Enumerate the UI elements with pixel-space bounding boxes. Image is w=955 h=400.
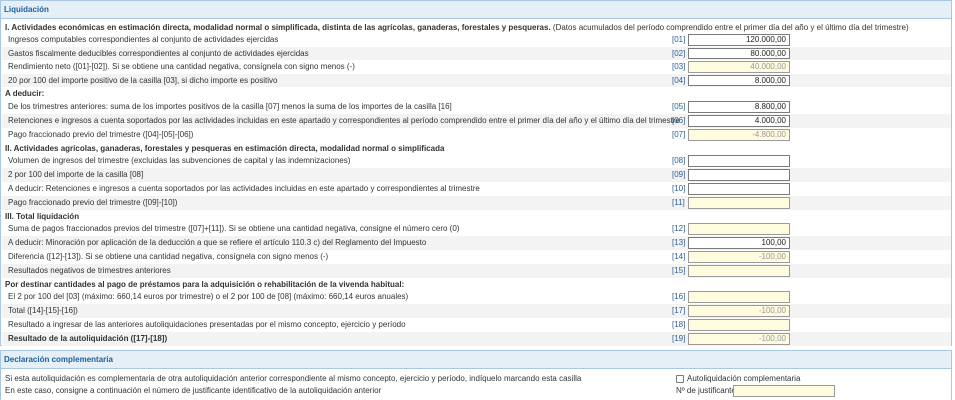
casilla-08-input[interactable] (688, 155, 790, 167)
casilla-09-input[interactable] (688, 169, 790, 181)
liquidacion-panel: Liquidación I. Actividades económicas en… (0, 0, 952, 346)
casilla-03-output: 40.000,00 (688, 61, 790, 73)
section-title: III. Total liquidación (5, 212, 80, 221)
row-casilla-08: Volumen de ingresos del trimestre (exclu… (2, 154, 951, 168)
casilla-18-label: Resultado a ingresar de las anteriores a… (8, 320, 406, 329)
casilla-12-label: Suma de pagos fraccionados previos del t… (8, 224, 460, 233)
casilla-19-output: -100,00 (688, 333, 790, 345)
row-casilla-11: Pago fraccionado previo del trimestre ([… (2, 196, 951, 210)
liquidacion-header: Liquidación (1, 1, 951, 19)
row-casilla-17: Total ([14]-[15]-[16]) [17] -100,00 (2, 304, 951, 318)
casilla-06-code: [06] (672, 116, 686, 125)
justificante-input[interactable] (733, 385, 835, 397)
casilla-07-code: [07] (672, 130, 686, 139)
row-casilla-09: 2 por 100 del importe de la casilla [08]… (2, 168, 951, 182)
casilla-05-label: De los trimestres anteriores: suma de lo… (8, 102, 452, 111)
casilla-18-output (688, 319, 790, 331)
casilla-17-label: Total ([14]-[15]-[16]) (8, 306, 78, 315)
section-note: (Datos acumulados del período comprendid… (550, 23, 909, 32)
casilla-13-input[interactable]: 100,00 (688, 237, 790, 249)
section-total-liquidacion: III. Total liquidación (2, 211, 951, 222)
row-casilla-13: A deducir: Minoración por aplicación de … (2, 236, 951, 250)
casilla-08-label: Volumen de ingresos del trimestre (exclu… (8, 156, 351, 165)
row-casilla-05: De los trimestres anteriores: suma de lo… (2, 100, 951, 114)
section-title: A deducir: (5, 89, 45, 98)
casilla-08-code: [08] (672, 156, 686, 165)
casilla-16-code: [16] (672, 292, 686, 301)
section-actividades-economicas: I. Actividades económicas en estimación … (2, 22, 951, 33)
casilla-12-output (688, 223, 790, 235)
casilla-13-code: [13] (672, 238, 686, 247)
casilla-04-input[interactable]: 8.000,00 (688, 74, 790, 86)
casilla-05-code: [05] (672, 102, 686, 111)
row-casilla-16: El 2 por 100 del [03] (máximo: 660,14 eu… (2, 290, 951, 304)
casilla-17-output: -100,00 (688, 305, 790, 317)
casilla-07-label: Pago fraccionado previo del trimestre ([… (8, 130, 194, 139)
casilla-11-code: [11] (672, 198, 685, 207)
row-casilla-02: Gastos fiscalmente deducibles correspond… (2, 46, 951, 60)
casilla-06-label: Retenciones e ingresos a cuenta soportad… (8, 116, 680, 125)
casilla-05-input[interactable]: 8.800,00 (688, 101, 790, 113)
casilla-02-input[interactable]: 80.000,00 (688, 47, 790, 59)
casilla-14-code: [14] (672, 252, 686, 261)
justificante-label: Nº de justificante (676, 386, 736, 395)
casilla-12-code: [12] (672, 224, 686, 233)
justificante-description: En este caso, consigne a continuación el… (5, 386, 382, 395)
casilla-02-code: [02] (672, 48, 686, 58)
row-casilla-04: 20 por 100 del importe positivo de la ca… (2, 73, 951, 87)
casilla-04-label: 20 por 100 del importe positivo de la ca… (8, 75, 278, 85)
row-casilla-15: Resultados negativos de trimestres anter… (2, 264, 951, 278)
row-casilla-14: Diferencia ([12]-[13]). Si se obtiene un… (2, 250, 951, 264)
row-casilla-18: Resultado a ingresar de las anteriores a… (2, 318, 951, 332)
casilla-13-label: A deducir: Minoración por aplicación de … (8, 238, 427, 247)
casilla-02-label: Gastos fiscalmente deducibles correspond… (8, 48, 309, 58)
row-casilla-10: A deducir: Retenciones e ingresos a cuen… (2, 182, 951, 196)
casilla-18-code: [18] (672, 320, 686, 329)
casilla-17-code: [17] (672, 306, 686, 315)
complementaria-checkbox[interactable] (676, 375, 684, 383)
casilla-11-output (688, 197, 790, 209)
casilla-07-output: -4.800,00 (688, 129, 790, 141)
casilla-19-label: Resultado de la autoliquidación ([17]-[1… (8, 334, 168, 343)
section-a-deducir: A deducir: (2, 88, 951, 99)
casilla-15-label: Resultados negativos de trimestres anter… (8, 266, 171, 275)
casilla-03-label: Rendimiento neto ([01]-[02]). Si se obti… (8, 62, 355, 71)
row-casilla-12: Suma de pagos fraccionados previos del t… (2, 222, 951, 236)
casilla-01-label: Ingresos computables correspondientes al… (8, 35, 279, 44)
row-casilla-07: Pago fraccionado previo del trimestre ([… (2, 128, 951, 142)
casilla-19-code: [19] (672, 334, 686, 343)
casilla-10-input[interactable] (688, 183, 790, 195)
section-title: I. Actividades económicas en estimación … (5, 23, 909, 32)
casilla-10-label: A deducir: Retenciones e ingresos a cuen… (8, 184, 480, 193)
section-title: Por destinar cantidades al pago de prést… (5, 280, 405, 289)
row-casilla-19: Resultado de la autoliquidación ([17]-[1… (2, 332, 951, 346)
section-actividades-agricolas: II. Actividades agrícolas, ganaderas, fo… (2, 143, 951, 154)
section-title: II. Actividades agrícolas, ganaderas, fo… (5, 144, 445, 153)
casilla-16-label: El 2 por 100 del [03] (máximo: 660,14 eu… (8, 292, 409, 301)
casilla-11-label: Pago fraccionado previo del trimestre ([… (8, 198, 178, 207)
casilla-01-input[interactable]: 120.000,00 (688, 34, 790, 46)
casilla-04-code: [04] (672, 75, 686, 85)
casilla-14-output: -100,00 (688, 251, 790, 263)
casilla-03-code: [03] (672, 62, 686, 71)
casilla-10-code: [10] (672, 184, 686, 193)
casilla-01-code: [01] (672, 35, 686, 44)
complementaria-header: Declaración complementaria (1, 351, 951, 369)
casilla-15-code: [15] (672, 266, 686, 275)
casilla-09-label: 2 por 100 del importe de la casilla [08] (8, 170, 144, 179)
row-casilla-01: Ingresos computables correspondientes al… (2, 33, 951, 47)
casilla-16-output (688, 291, 790, 303)
casilla-09-code: [09] (672, 170, 686, 179)
row-casilla-06: Retenciones e ingresos a cuenta soportad… (2, 114, 951, 128)
casilla-06-input[interactable]: 4.000,00 (688, 115, 790, 127)
casilla-14-label: Diferencia ([12]-[13]). Si se obtiene un… (8, 252, 329, 261)
row-casilla-03: Rendimiento neto ([01]-[02]). Si se obti… (2, 60, 951, 74)
complementaria-panel: Declaración complementaria Si esta autol… (0, 350, 952, 400)
justificante-row: En este caso, consigne a continuación el… (2, 384, 951, 398)
casilla-15-output (688, 265, 790, 277)
section-prestamos-vivienda: Por destinar cantidades al pago de prést… (2, 279, 951, 290)
